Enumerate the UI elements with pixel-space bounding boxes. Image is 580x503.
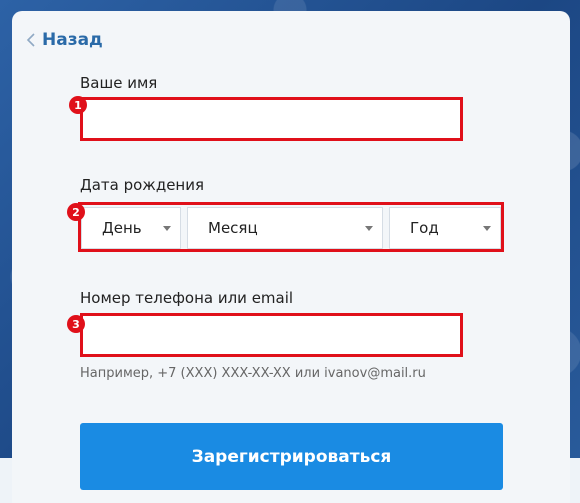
year-select-value: Год <box>410 219 439 237</box>
back-label: Назад <box>42 30 103 50</box>
day-select-value: День <box>102 219 142 237</box>
day-select[interactable]: День <box>81 207 181 249</box>
month-select[interactable]: Месяц <box>187 207 383 249</box>
chevron-down-icon <box>365 226 373 231</box>
chevron-down-icon <box>163 226 171 231</box>
contact-label: Номер телефона или email <box>80 289 294 307</box>
birth-date-label: Дата рождения <box>80 176 204 194</box>
month-select-value: Месяц <box>208 219 258 237</box>
marker-3-badge: 3 <box>67 315 85 333</box>
register-button[interactable]: Зарегистрироваться <box>80 423 503 490</box>
birth-date-group: День Месяц Год <box>78 202 504 252</box>
contact-input[interactable] <box>80 313 463 357</box>
name-label: Ваше имя <box>80 74 158 92</box>
marker-2-badge: 2 <box>67 203 85 221</box>
back-link[interactable]: Назад <box>26 30 103 50</box>
name-input[interactable] <box>80 97 463 141</box>
contact-hint: Например, +7 (XXX) XXX-XX-XX или ivanov@… <box>80 366 426 381</box>
year-select[interactable]: Год <box>389 207 501 249</box>
chevron-left-icon <box>26 33 35 47</box>
chevron-down-icon <box>483 226 491 231</box>
marker-1-badge: 1 <box>69 96 87 114</box>
